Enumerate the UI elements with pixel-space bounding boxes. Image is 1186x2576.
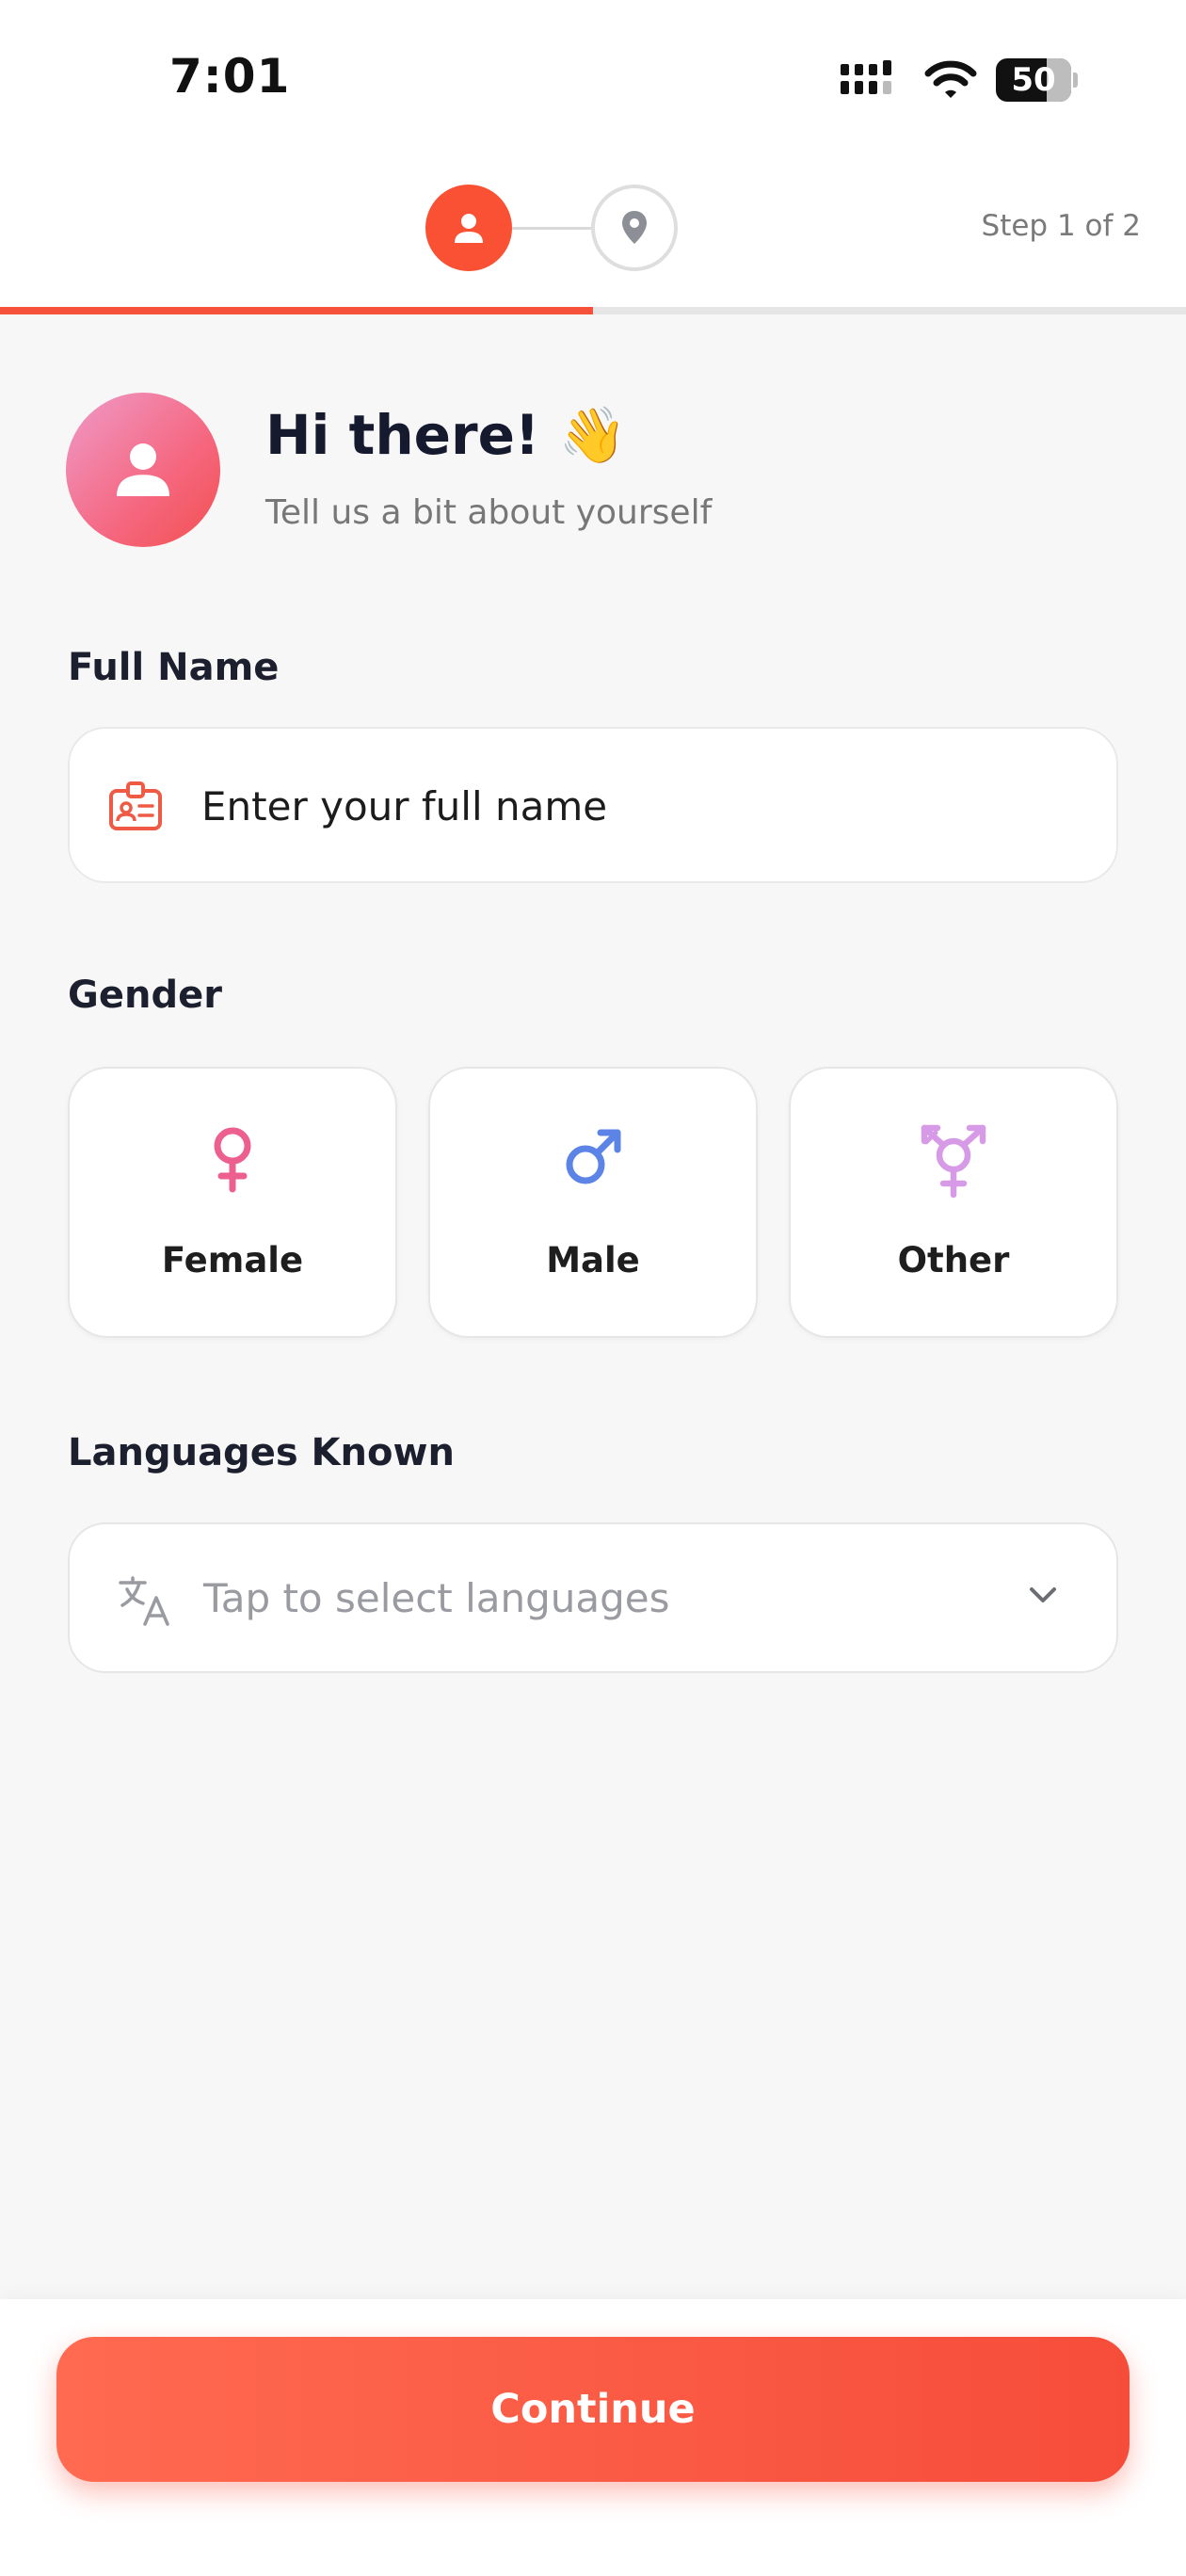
progress-fill: [0, 307, 593, 314]
step-1-indicator: [425, 185, 512, 271]
gender-option-other[interactable]: Other: [789, 1067, 1118, 1338]
onboarding-screen: 7:01 50 Step 1 of 2 Hi there! 👋 Tell us …: [0, 0, 1186, 2576]
progress-bar: [0, 307, 1186, 314]
greeting-subtitle: Tell us a bit about yourself: [265, 493, 713, 532]
translate-icon: [119, 1576, 169, 1626]
male-icon: [566, 1129, 621, 1184]
gender-option-label: Other: [897, 1240, 1010, 1280]
location-pin-icon: [622, 211, 647, 244]
avatar: [66, 393, 220, 547]
stepper-header: Step 1 of 2: [0, 151, 1186, 314]
id-card-icon: [109, 781, 162, 830]
full-name-field[interactable]: [68, 727, 1118, 883]
languages-label: Languages Known: [68, 1431, 455, 1474]
user-icon: [117, 443, 169, 496]
languages-dropdown[interactable]: Tap to select languages: [68, 1522, 1118, 1673]
wifi-icon: [924, 60, 977, 98]
battery-level: 50: [1011, 61, 1056, 99]
gender-option-female[interactable]: Female: [68, 1067, 397, 1338]
step-connector: [512, 227, 593, 230]
chevron-down-icon: [1030, 1587, 1056, 1602]
step-label: Step 1 of 2: [981, 209, 1141, 243]
full-name-label: Full Name: [68, 646, 280, 689]
transgender-icon: [921, 1124, 986, 1199]
step-2-indicator: [591, 185, 678, 271]
gender-option-label: Male: [546, 1240, 640, 1280]
gender-label: Gender: [68, 974, 222, 1017]
languages-placeholder: Tap to select languages: [203, 1575, 670, 1621]
status-time: 7:01: [169, 49, 291, 104]
cellular-signal-icon: [841, 60, 891, 94]
gender-option-male[interactable]: Male: [428, 1067, 758, 1338]
battery-indicator: 50: [996, 58, 1079, 102]
continue-button[interactable]: Continue: [56, 2337, 1130, 2482]
female-icon: [214, 1127, 251, 1193]
gender-option-label: Female: [161, 1240, 304, 1280]
greeting-title: Hi there! 👋: [265, 403, 627, 467]
full-name-input[interactable]: [201, 768, 1086, 844]
status-bar: 7:01 50: [0, 0, 1186, 151]
user-icon: [455, 214, 483, 243]
